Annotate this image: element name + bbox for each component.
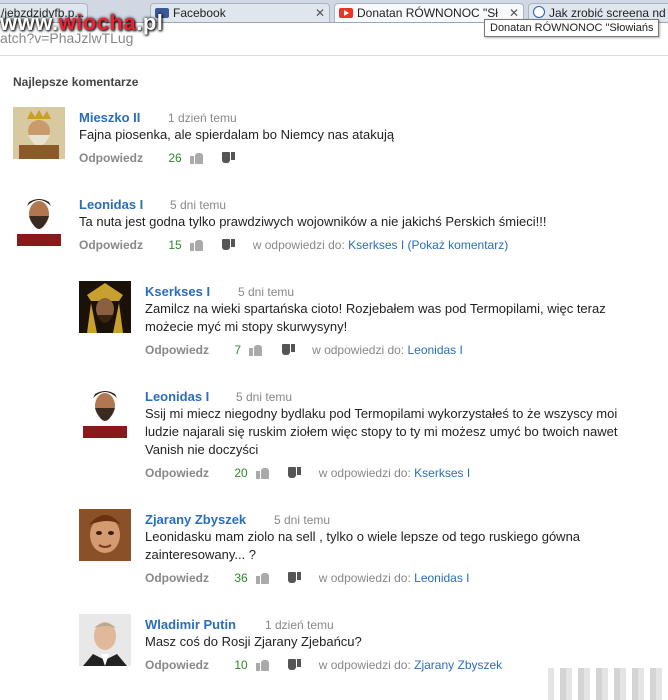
in-reply-to-link[interactable]: Zjarany Zbyszek [414, 658, 502, 672]
tab-youtube-label: Donatan RÓWNONOC "Sł [357, 6, 498, 20]
thumbs-down-icon[interactable] [288, 572, 302, 584]
comment-time[interactable]: 5 dni temu [274, 513, 330, 527]
comment-time[interactable]: 5 dni temu [236, 390, 292, 404]
comment-text: Ta nuta jest godna tylko prawdziwych woj… [79, 214, 547, 229]
like-count: 10 [234, 658, 248, 672]
comment-author[interactable]: Zjarany Zbyszek [145, 512, 246, 527]
like-count: 36 [234, 571, 248, 585]
in-reply-to: w odpowiedzi do: Leonidas I [312, 343, 463, 357]
reply-button[interactable]: Odpowiedz [145, 658, 209, 672]
in-reply-to: w odpowiedzi do: Kserkses I [318, 466, 471, 480]
like-count: 7 [234, 343, 242, 357]
comment-time[interactable]: 5 dni temu [170, 198, 226, 212]
in-reply-to: w odpowiedzi do: Zjarany Zbyszek [318, 658, 503, 672]
in-reply-to-link[interactable]: Leonidas I [407, 343, 462, 357]
close-tab-icon[interactable]: ✕ [315, 4, 325, 22]
thumbs-up-icon[interactable] [256, 659, 270, 671]
thumbs-down-icon[interactable] [288, 467, 302, 479]
tab-help-label: Jak zrobić screena nd [549, 6, 666, 20]
thumbs-down-icon[interactable] [288, 659, 302, 671]
avatar[interactable] [79, 386, 131, 438]
comment-text: Leonidasku mam ziolo na sell , tylko o w… [145, 529, 581, 562]
like-count: 20 [234, 466, 248, 480]
section-title: Najlepsze komentarze [13, 75, 139, 89]
avatar[interactable] [13, 194, 65, 246]
comment-actions: Odpowiedz 36 w odpowiedzi do: Leonidas I [145, 571, 470, 587]
tab-facebook[interactable]: Facebook ✕ [150, 3, 330, 22]
comment-text: Zamilcz na wieki spartańska cioto! Rozje… [145, 301, 606, 334]
thumbs-down-icon[interactable] [281, 344, 295, 356]
comment-actions: Odpowiedz 15 w odpowiedzi do: Kserkses I… [79, 238, 508, 254]
comment-author[interactable]: Leonidas I [79, 197, 143, 212]
thumbs-up-icon[interactable] [256, 467, 270, 479]
comment-author[interactable]: Mieszko II [79, 110, 140, 125]
comment-actions: Odpowiedz 7 w odpowiedzi do: Leonidas I [145, 343, 463, 359]
pixelated-corner [548, 668, 668, 700]
comment-author[interactable]: Kserkses I [145, 284, 210, 299]
comment-time[interactable]: 1 dzień temu [265, 618, 334, 632]
comment-text: Masz coś do Rosji Zjarany Zjebańcu? [145, 634, 362, 649]
comment-actions: Odpowiedz 26 [79, 151, 236, 167]
avatar[interactable] [79, 281, 131, 333]
avatar[interactable] [79, 614, 131, 666]
comment-time[interactable]: 1 dzień temu [168, 111, 237, 125]
help-icon [533, 6, 545, 18]
in-reply-to: w odpowiedzi do: Kserkses I (Pokaż komen… [252, 238, 509, 252]
in-reply-to-link[interactable]: Kserkses I (Pokaż komentarz) [348, 238, 508, 252]
in-reply-to: w odpowiedzi do: Leonidas I [318, 571, 470, 585]
in-reply-to-link[interactable]: Leonidas I [414, 571, 469, 585]
in-reply-to-link[interactable]: Kserkses I [414, 466, 470, 480]
comment-text: Fajna piosenka, ale spierdalam bo Niemcy… [79, 127, 395, 142]
like-count: 26 [168, 151, 182, 165]
tab-facebook-label: Facebook [173, 6, 226, 20]
reply-button[interactable]: Odpowiedz [79, 238, 143, 252]
comment-time[interactable]: 5 dni temu [238, 285, 294, 299]
thumbs-up-icon[interactable] [190, 239, 204, 251]
like-count: 15 [168, 238, 182, 252]
thumbs-up-icon[interactable] [249, 344, 263, 356]
comment-text: Ssij mi miecz niegodny bydlaku pod Termo… [145, 406, 618, 457]
comment-actions: Odpowiedz 20 w odpowiedzi do: Kserkses I [145, 466, 470, 482]
thumbs-up-icon[interactable] [190, 152, 204, 164]
avatar[interactable] [13, 107, 65, 159]
reply-button[interactable]: Odpowiedz [79, 151, 143, 165]
avatar[interactable] [79, 509, 131, 561]
watermark-logo: www.wiocha.pl [0, 10, 164, 35]
comment-author[interactable]: Wladimir Putin [145, 617, 236, 632]
thumbs-down-icon[interactable] [222, 152, 236, 164]
comment-author[interactable]: Leonidas I [145, 389, 209, 404]
tab-tooltip: Donatan RÓWNONOC "Słowiańs [484, 19, 660, 37]
thumbs-up-icon[interactable] [256, 572, 270, 584]
thumbs-down-icon[interactable] [222, 239, 236, 251]
reply-button[interactable]: Odpowiedz [145, 466, 209, 480]
youtube-icon [339, 8, 353, 18]
comment-actions: Odpowiedz 10 w odpowiedzi do: Zjarany Zb… [145, 658, 502, 674]
reply-button[interactable]: Odpowiedz [145, 571, 209, 585]
reply-button[interactable]: Odpowiedz [145, 343, 209, 357]
